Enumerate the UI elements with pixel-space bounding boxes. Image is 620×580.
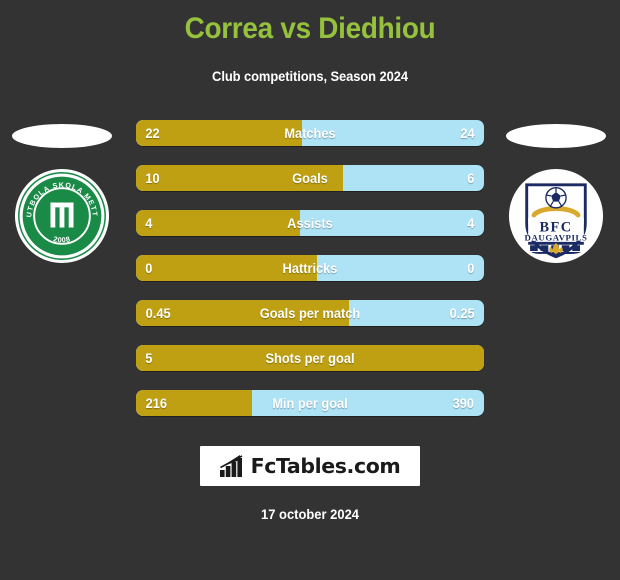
- snapshot-date: 17 october 2024: [261, 507, 359, 522]
- page-subtitle: Club competitions, Season 2024: [212, 69, 408, 84]
- stat-row[interactable]: 5 Shots per goal: [136, 345, 484, 371]
- stat-row[interactable]: 216 390 Min per goal: [136, 390, 484, 416]
- stat-left-value: 0.45: [145, 305, 171, 321]
- stat-right-value: 0: [467, 260, 475, 276]
- stat-row[interactable]: 22 24 Matches: [136, 120, 484, 146]
- futbola-skola-metta-crest: FUTBOLA SKOLA METTA 2008: [14, 168, 110, 264]
- team-left-highlight-ellipse: [12, 124, 112, 148]
- comparison-area: FUTBOLA SKOLA METTA 2008 BFC: [0, 120, 620, 430]
- page-title: Correa vs Diedhiou: [184, 12, 436, 45]
- stat-right-value: 0.25: [449, 305, 475, 321]
- stat-right-value: 24: [460, 125, 475, 141]
- stat-right-value: 6: [467, 170, 475, 186]
- stat-left-value: 22: [145, 125, 160, 141]
- team-left[interactable]: FUTBOLA SKOLA METTA 2008: [2, 120, 122, 300]
- page-header: Correa vs Diedhiou Club competitions, Se…: [0, 0, 620, 84]
- page-footer: FcTables.com 17 october 2024: [0, 446, 620, 522]
- stat-right-value: 390: [453, 395, 475, 411]
- svg-text:DAUGAVPILS: DAUGAVPILS: [525, 232, 588, 242]
- stat-row[interactable]: 0 0 Hattricks: [136, 255, 484, 281]
- stat-left-value: 5: [145, 350, 153, 366]
- bar-chart-icon: [219, 455, 243, 477]
- stat-left-value: 4: [145, 215, 153, 231]
- bfc-daugavpils-crest: BFC DAUGAVPILS: [508, 168, 604, 264]
- stat-row[interactable]: 4 4 Assists: [136, 210, 484, 236]
- stats-list: 22 24 Matches 10 6 Goals 4 4 Assists 0 0…: [136, 120, 484, 435]
- stat-row[interactable]: 0.45 0.25 Goals per match: [136, 300, 484, 326]
- fctables-logo[interactable]: FcTables.com: [200, 446, 420, 486]
- fctables-logo-text: FcTables.com: [250, 454, 401, 478]
- stat-left-value: 216: [145, 395, 167, 411]
- stat-left-value: 10: [145, 170, 160, 186]
- stat-left-value: 0: [145, 260, 153, 276]
- stat-right-value: 4: [467, 215, 475, 231]
- team-right[interactable]: BFC DAUGAVPILS: [496, 120, 616, 300]
- team-right-highlight-ellipse: [506, 124, 606, 148]
- svg-text:2008: 2008: [53, 234, 72, 244]
- stat-row[interactable]: 10 6 Goals: [136, 165, 484, 191]
